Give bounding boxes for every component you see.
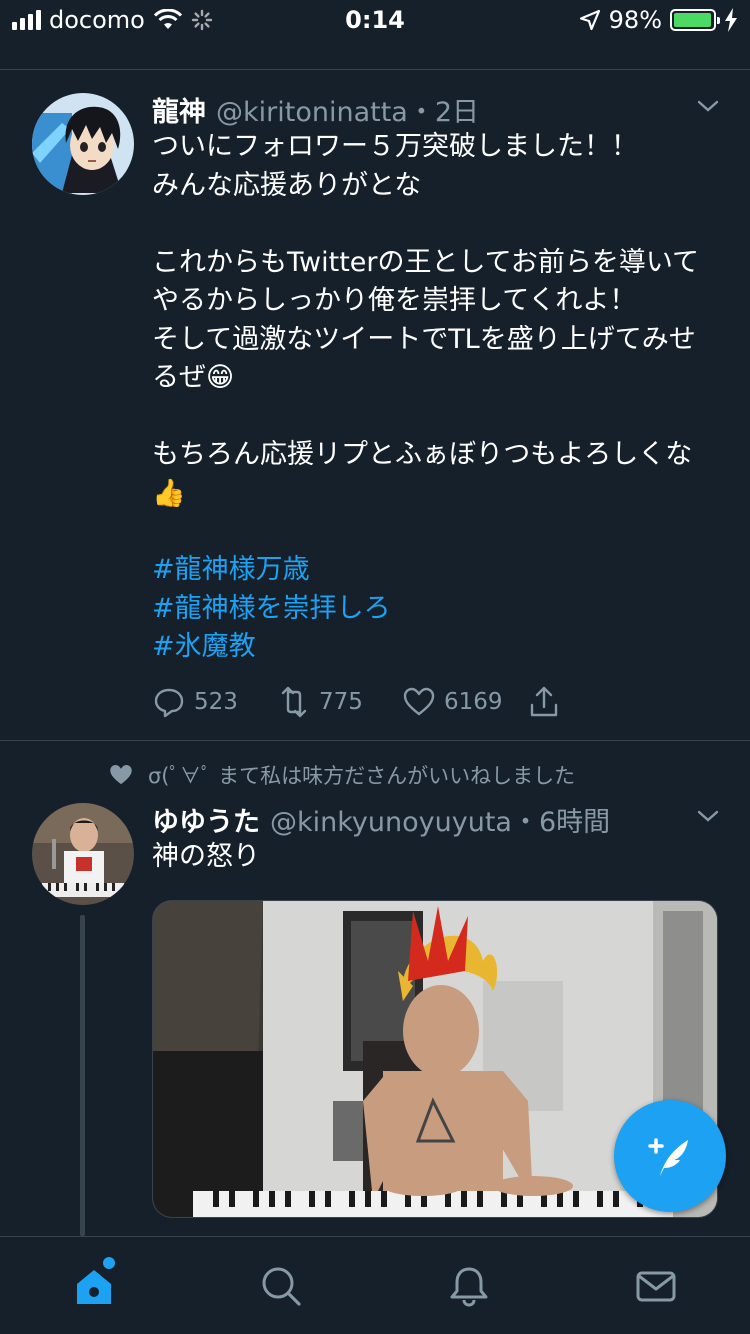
reply-button[interactable]: 523	[152, 685, 277, 719]
home-tab[interactable]	[0, 1237, 188, 1334]
tweet-text: 神の怒り	[152, 841, 260, 872]
bell-icon	[450, 1267, 488, 1307]
location-arrow-icon	[579, 9, 600, 31]
tweet-1[interactable]: 龍神 @kiritoninatta ・2日 ついにフォロワー５万突破しました！！…	[0, 70, 750, 740]
retweet-icon	[281, 686, 307, 718]
like-button[interactable]: 6169	[402, 685, 527, 719]
display-name[interactable]: 龍神	[152, 90, 206, 129]
tweet-divider	[0, 740, 750, 741]
tweet-2-header: ゆゆうた @kinkyunoyuyuta ・6時間	[152, 800, 722, 840]
tweet-2-body: ゆゆうた @kinkyunoyuyuta ・6時間 神の怒り	[152, 800, 722, 877]
retweet-button[interactable]: 775	[277, 685, 402, 719]
tweet-time: ・6時間	[511, 807, 611, 838]
hashtag-link[interactable]: #龍神様を崇拝しろ	[152, 590, 722, 629]
search-tab[interactable]	[188, 1237, 376, 1334]
avatar-kinkyunoyuyuta[interactable]	[32, 803, 134, 905]
handle[interactable]: @kinkyunoyuyuta	[270, 807, 512, 838]
tweet-text: ついにフォロワー５万突破しました！！ みんな応援ありがとな これからもTwitt…	[152, 131, 700, 509]
thread-line	[80, 915, 85, 1236]
status-bar: docomo 0:14 98%	[0, 0, 750, 40]
messages-tab[interactable]	[563, 1237, 750, 1334]
heart-icon	[403, 687, 435, 716]
hashtag-link[interactable]: #氷魔教	[152, 628, 722, 667]
tweet-time: ・2日	[407, 97, 480, 128]
hashtag-link[interactable]: #龍神様万歳	[152, 551, 722, 590]
reply-icon	[154, 688, 184, 718]
display-name[interactable]: ゆゆうた	[152, 800, 260, 839]
like-count: 6169	[444, 689, 503, 715]
home-icon	[76, 1269, 111, 1304]
chevron-down-icon[interactable]	[696, 804, 720, 828]
reply-count: 523	[194, 689, 238, 715]
status-right: 98%	[579, 6, 738, 34]
search-icon	[262, 1267, 301, 1306]
handle[interactable]: @kiritoninatta	[216, 97, 408, 128]
share-button[interactable]	[527, 685, 652, 719]
battery-percent: 98%	[608, 6, 662, 34]
share-icon	[530, 686, 558, 717]
chevron-down-icon[interactable]	[696, 94, 720, 118]
bottom-tab-bar	[0, 1236, 750, 1334]
compose-feather-icon	[648, 1138, 688, 1176]
tweet-1-actions: 523 775 6169	[152, 685, 652, 719]
tweet-1-body: 龍神 @kiritoninatta ・2日 ついにフォロワー５万突破しました！！…	[152, 90, 722, 667]
avatar-kiritoninatta[interactable]	[32, 93, 134, 195]
battery-icon	[670, 9, 720, 31]
compose-tweet-button[interactable]	[614, 1100, 726, 1212]
retweet-count: 775	[319, 689, 363, 715]
social-context-text[interactable]: σ(ﾟ∀ﾟ まて私は味方ださんがいいねしました	[148, 760, 575, 790]
tweet-1-header: 龍神 @kiritoninatta ・2日	[152, 90, 722, 130]
new-tweets-dot	[103, 1257, 115, 1269]
battery-level	[674, 13, 712, 27]
hashtag-list: #龍神様万歳 #龍神様を崇拝しろ #氷魔教	[152, 551, 722, 667]
heart-filled-icon	[110, 765, 132, 785]
mail-icon	[636, 1271, 676, 1301]
social-context: σ(ﾟ∀ﾟ まて私は味方ださんがいいねしました	[108, 760, 575, 790]
charging-bolt-icon	[725, 8, 737, 32]
notifications-tab[interactable]	[375, 1237, 563, 1334]
